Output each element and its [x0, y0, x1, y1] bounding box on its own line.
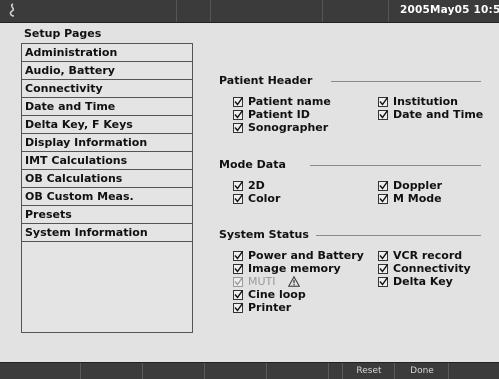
patient-header-title: Patient Header — [219, 74, 313, 87]
setup-item-ob-custom-meas[interactable]: OB Custom Meas. — [22, 188, 192, 206]
date-time-readout: 2005May05 10:5 — [400, 4, 499, 16]
cine-loop-checkbox[interactable]: Cine loop — [233, 288, 306, 301]
checkmark-icon — [233, 289, 244, 300]
setup-pages-list: Administration Audio, Battery Connectivi… — [21, 43, 193, 333]
reset-button[interactable]: Reset — [342, 363, 395, 379]
option-label: Delta Key — [393, 275, 453, 288]
setup-item-ob-calculations[interactable]: OB Calculations — [22, 170, 192, 188]
setup-item-system-information[interactable]: System Information — [22, 224, 192, 242]
checkmark-icon — [378, 180, 389, 191]
option-label: Printer — [248, 301, 292, 314]
option-label: M Mode — [393, 192, 442, 205]
setup-pages-title: Setup Pages — [24, 27, 102, 40]
checkmark-icon — [233, 109, 244, 120]
setup-item-display-information[interactable]: Display Information — [22, 134, 192, 152]
setup-item-audio-battery[interactable]: Audio, Battery — [22, 62, 192, 80]
option-label: Sonographer — [248, 121, 329, 134]
institution-checkbox[interactable]: Institution — [378, 95, 458, 108]
sonographer-checkbox[interactable]: Sonographer — [233, 121, 328, 134]
system-status-title: System Status — [219, 228, 309, 241]
option-label: Cine loop — [248, 288, 306, 301]
setup-item-delta-key[interactable]: Delta Key, F Keys — [22, 116, 192, 134]
setup-item-presets[interactable]: Presets — [22, 206, 192, 224]
status-segment — [176, 0, 211, 22]
printer-checkbox[interactable]: Printer — [233, 301, 291, 314]
power-and-battery-checkbox[interactable]: Power and Battery — [233, 249, 364, 262]
option-label: Connectivity — [393, 262, 471, 275]
patient-name-checkbox[interactable]: Patient name — [233, 95, 331, 108]
section-divider — [316, 235, 481, 236]
warning-icon — [287, 276, 300, 287]
setup-item-imt-calculations[interactable]: IMT Calculations — [22, 152, 192, 170]
option-label: Doppler — [393, 179, 443, 192]
checkmark-icon — [378, 193, 389, 204]
checkmark-icon — [233, 263, 244, 274]
section-divider — [331, 81, 481, 82]
top-status-bar: 2005May05 10:5 — [0, 0, 499, 23]
softkey-5[interactable] — [328, 363, 343, 379]
checkmark-icon — [233, 96, 244, 107]
softkey-bar: Reset Done — [0, 362, 499, 379]
patient-id-checkbox[interactable]: Patient ID — [233, 108, 310, 121]
option-label: Patient name — [248, 95, 331, 108]
option-label: 2D — [248, 179, 265, 192]
checkmark-icon — [233, 276, 244, 287]
checkmark-icon — [233, 193, 244, 204]
m-mode-checkbox[interactable]: M Mode — [378, 192, 442, 205]
option-label: Power and Battery — [248, 249, 364, 262]
softkey-3[interactable] — [204, 363, 267, 379]
muti-checkbox: MUTI — [233, 275, 300, 288]
doppler-checkbox[interactable]: Doppler — [378, 179, 442, 192]
softkey-1[interactable] — [80, 363, 143, 379]
option-label: Patient ID — [248, 108, 310, 121]
connectivity-checkbox[interactable]: Connectivity — [378, 262, 471, 275]
option-label: VCR record — [393, 249, 463, 262]
date-and-time-checkbox[interactable]: Date and Time — [378, 108, 483, 121]
option-label: Institution — [393, 95, 459, 108]
vcr-record-checkbox[interactable]: VCR record — [378, 249, 462, 262]
checkmark-icon — [378, 276, 389, 287]
setup-item-connectivity[interactable]: Connectivity — [22, 80, 192, 98]
checkmark-icon — [233, 180, 244, 191]
image-memory-checkbox[interactable]: Image memory — [233, 262, 341, 275]
setup-item-date-and-time[interactable]: Date and Time — [22, 98, 192, 116]
softkey-4[interactable] — [266, 363, 329, 379]
softkey-8[interactable] — [448, 363, 499, 379]
delta-key-checkbox[interactable]: Delta Key — [378, 275, 453, 288]
softkey-2[interactable] — [142, 363, 205, 379]
color-checkbox[interactable]: Color — [233, 192, 280, 205]
status-segment — [210, 0, 323, 22]
checkmark-icon — [233, 250, 244, 261]
checkmark-icon — [233, 122, 244, 133]
status-segment — [322, 0, 389, 22]
option-label: Color — [248, 192, 281, 205]
setup-item-administration[interactable]: Administration — [22, 44, 192, 62]
done-button[interactable]: Done — [394, 363, 449, 379]
mode-data-title: Mode Data — [219, 158, 286, 171]
checkmark-icon — [378, 250, 389, 261]
checkmark-icon — [233, 302, 244, 313]
checkmark-icon — [378, 96, 389, 107]
option-label: Date and Time — [393, 108, 484, 121]
option-label: MUTI — [248, 275, 276, 288]
2d-checkbox[interactable]: 2D — [233, 179, 265, 192]
section-divider — [310, 165, 481, 166]
wave-logo-icon — [9, 3, 15, 17]
checkmark-icon — [378, 263, 389, 274]
checkmark-icon — [378, 109, 389, 120]
option-label: Image memory — [248, 262, 341, 275]
